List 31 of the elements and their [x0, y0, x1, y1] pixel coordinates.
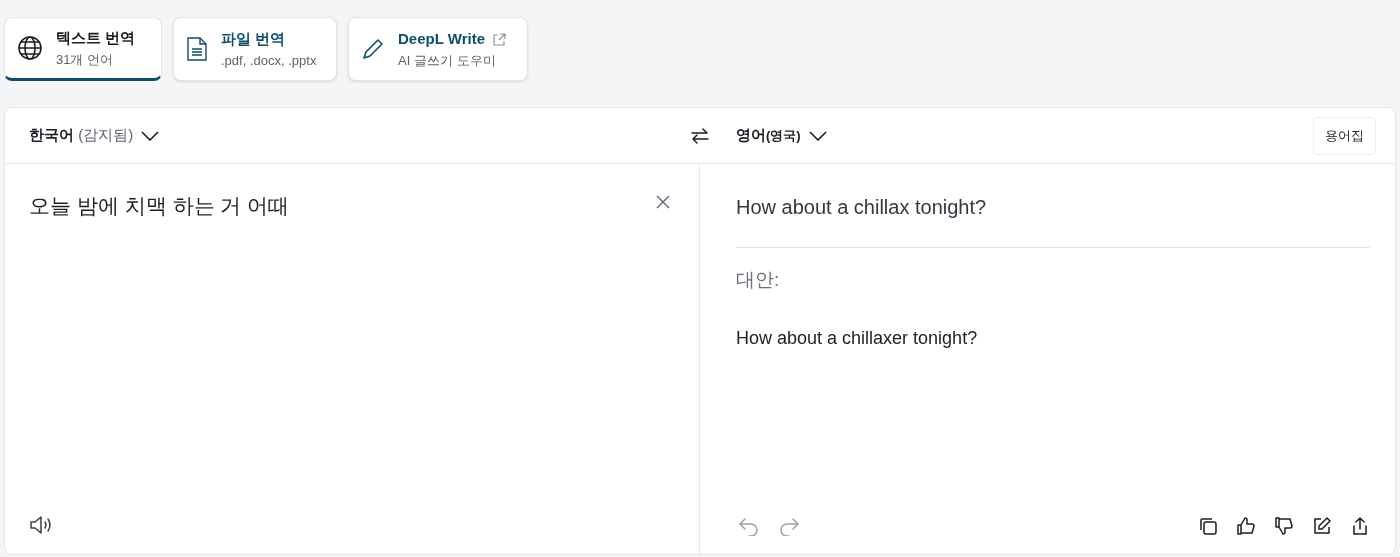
undo-icon[interactable] [738, 516, 760, 536]
tab-title: 파일 번역 [221, 29, 286, 49]
document-icon [186, 36, 208, 62]
copy-icon[interactable] [1198, 516, 1218, 536]
thumbs-down-icon[interactable] [1274, 516, 1294, 536]
tab-title: 텍스트 번역 [56, 28, 136, 48]
translation-text: How about a chillax tonight? [736, 195, 988, 220]
glossary-button[interactable]: 용어집 [1313, 116, 1376, 155]
source-language-selector[interactable]: 한국어 (감지됨) [29, 124, 160, 147]
redo-icon[interactable] [778, 516, 800, 536]
alternatives-label: 대안: [736, 268, 781, 292]
chevron-down-icon [808, 130, 827, 141]
target-language-selector[interactable]: 영어(영국) [736, 124, 827, 147]
pencil-icon [361, 37, 385, 61]
tab-subtitle: .pdf, .docx, .pptx [221, 51, 317, 70]
mode-tab[interactable]: 텍스트 번역 31개 언어 [4, 17, 162, 81]
alternative-translation[interactable]: How about a chillaxer tonight? [736, 324, 1370, 352]
tab-subtitle: 31개 언어 [56, 50, 115, 69]
swap-icon[interactable] [690, 126, 710, 146]
mode-tab[interactable]: DeepL Write AI 글쓰기 도우미 [348, 17, 528, 81]
external-link-icon [492, 32, 506, 46]
mode-tab[interactable]: 파일 번역 .pdf, .docx, .pptx [173, 17, 337, 81]
clear-icon[interactable] [655, 194, 671, 210]
source-text-input[interactable]: 오늘 밤에 치맥 하는 거 어때 [29, 190, 655, 222]
tab-subtitle: AI 글쓰기 도우미 [398, 51, 497, 70]
chevron-down-icon [141, 130, 160, 141]
tab-title: DeepL Write [398, 29, 485, 49]
edit-icon[interactable] [1312, 516, 1332, 536]
share-icon[interactable] [1350, 516, 1370, 536]
globe-icon [17, 35, 43, 61]
thumbs-up-icon[interactable] [1236, 516, 1256, 536]
